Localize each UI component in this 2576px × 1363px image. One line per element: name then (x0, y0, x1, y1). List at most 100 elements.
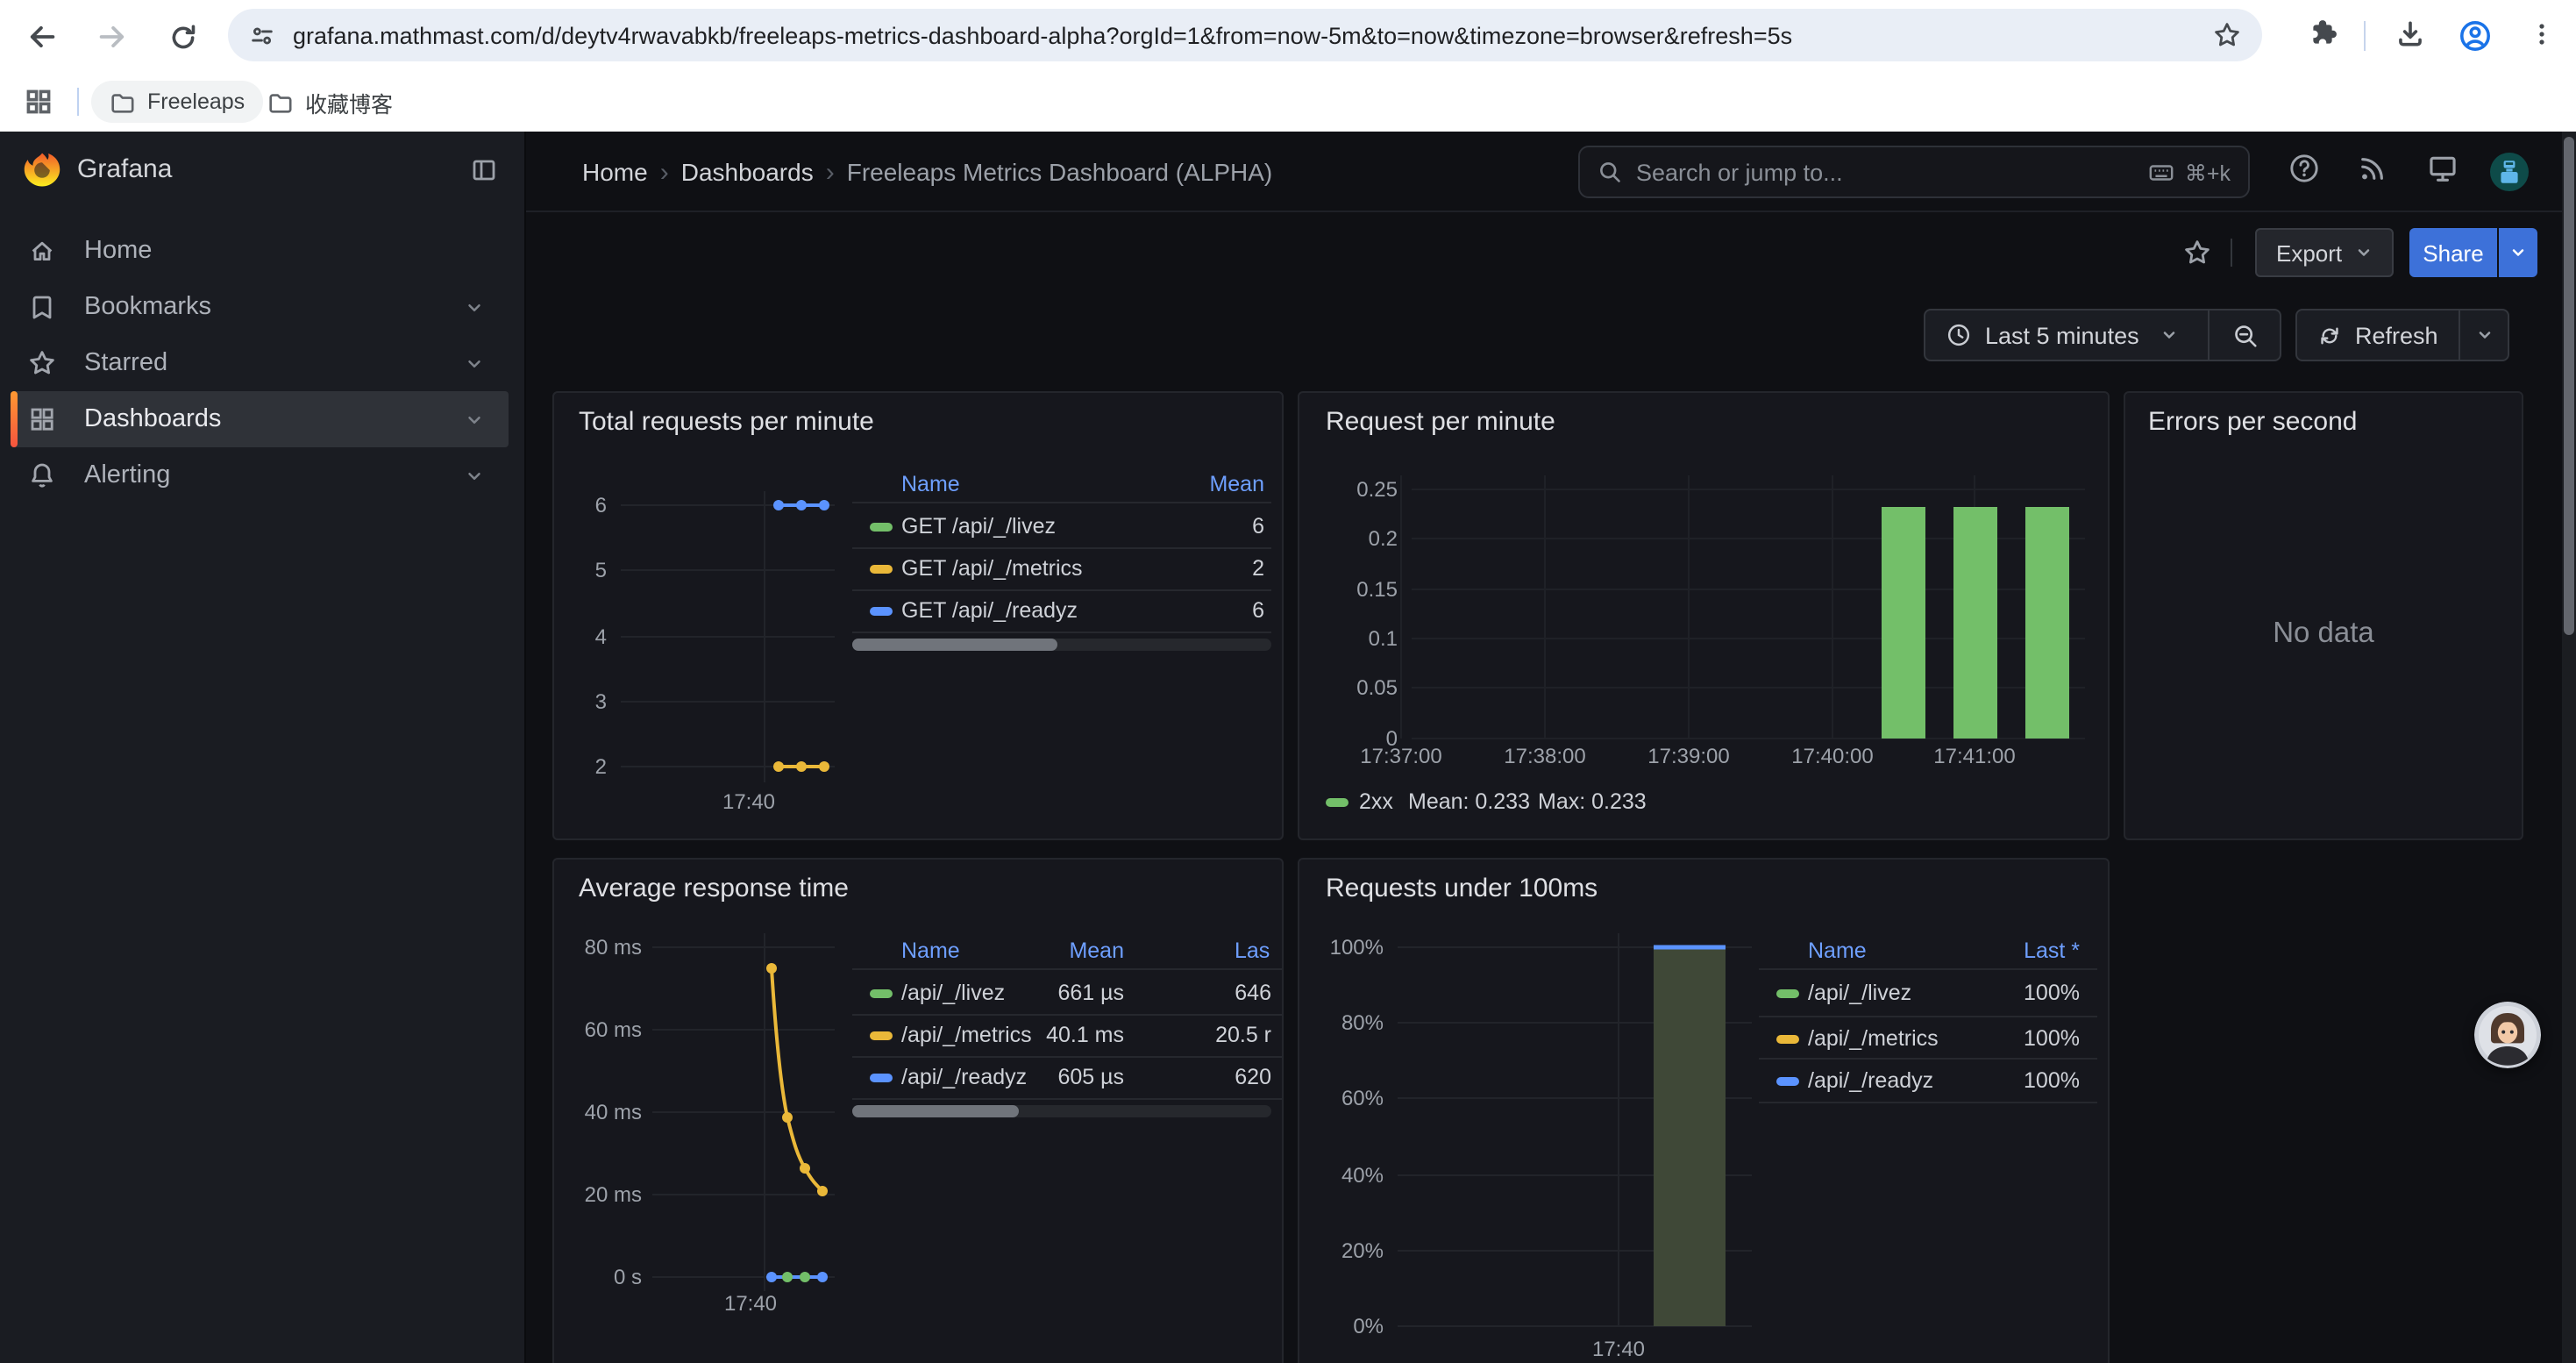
legend-scrollbar[interactable] (852, 1105, 1271, 1117)
bookmark-folder-freeleaps[interactable]: Freeleaps (91, 81, 262, 123)
grafana-brand: Grafana (77, 154, 172, 184)
panel-avg-response-time: Average response time 80 ms 60 ms 40 ms … (552, 858, 1284, 1363)
floating-assistant-avatar[interactable] (2474, 1002, 2541, 1068)
profile-icon[interactable] (2459, 19, 2492, 53)
sidebar-item-home[interactable]: Home (11, 223, 509, 279)
reload-icon[interactable] (161, 16, 203, 58)
series-chip (870, 607, 893, 616)
share-menu-button[interactable] (2499, 228, 2537, 277)
chevron-down-icon (2160, 326, 2178, 344)
screen: Freeleaps 收藏博客 Grafana Home Bookmarks (0, 0, 2576, 1363)
legend-series-name[interactable]: /api/_/metrics (1808, 1024, 1939, 1053)
apps-grid-icon[interactable] (25, 88, 53, 116)
bookmark-folder-blogs[interactable]: 收藏博客 (249, 81, 410, 123)
legend-col-name[interactable]: Name (901, 937, 960, 965)
favorite-star-icon[interactable] (2183, 239, 2211, 267)
time-range-label: Last 5 minutes (1985, 322, 2139, 348)
chevron-down-icon[interactable] (465, 353, 484, 373)
series-chip (1776, 1035, 1799, 1044)
sidebar-item-label: Alerting (84, 461, 170, 489)
sidebar-toggle-icon[interactable] (470, 156, 498, 184)
legend-mean-value: 2 (1133, 554, 1264, 582)
legend-series-name[interactable]: GET /api/_/metrics (901, 554, 1083, 582)
forward-icon[interactable] (91, 16, 133, 58)
legend-col-mean[interactable]: Mean (993, 937, 1124, 965)
help-icon[interactable] (2288, 153, 2320, 184)
search-icon (1598, 160, 1622, 184)
legend-mean-value: 605 µs (993, 1063, 1124, 1091)
legend-col-last[interactable]: Last * (1968, 937, 2080, 965)
legend-mean-value: 40.1 ms (993, 1021, 1124, 1049)
search-input[interactable] (1636, 159, 2148, 185)
legend-last-value: 100% (1968, 1067, 2080, 1095)
legend-scrollbar[interactable] (852, 639, 1271, 651)
legend-mean-value: 661 µs (993, 979, 1124, 1007)
dashboards-grid-icon (28, 405, 56, 433)
home-icon (28, 237, 56, 265)
back-icon[interactable] (21, 16, 63, 58)
bookmark-star-icon[interactable] (2213, 21, 2241, 49)
chevron-down-icon[interactable] (465, 297, 484, 317)
chevron-down-icon[interactable] (465, 410, 484, 429)
chart-requests-under-100ms[interactable] (1299, 860, 2110, 1363)
legend-last-value: 20.5 r (1163, 1021, 1271, 1049)
no-data-message: No data (2125, 617, 2522, 651)
legend-col-name[interactable]: Name (901, 470, 960, 498)
refresh-button[interactable]: Refresh (2297, 322, 2459, 348)
news-rss-icon[interactable] (2357, 153, 2388, 184)
zoom-out-button[interactable] (2210, 322, 2280, 348)
bell-icon (28, 461, 56, 489)
sidebar-item-label: Starred (84, 349, 167, 377)
search-box[interactable]: ⌘+k (1578, 146, 2250, 198)
bookmark-folder-label: Freeleaps (147, 89, 245, 114)
chevron-down-icon (2509, 244, 2527, 261)
chart-request-per-minute[interactable] (1299, 393, 2110, 840)
legend-series-name[interactable]: /api/_/livez (901, 979, 1005, 1007)
page-scrollbar-thumb[interactable] (2564, 137, 2574, 635)
legend-col-name[interactable]: Name (1808, 937, 1867, 965)
user-avatar[interactable] (2490, 153, 2529, 191)
star-icon (28, 349, 56, 377)
time-range-picker[interactable]: Last 5 minutes (1925, 322, 2208, 348)
download-icon[interactable] (2395, 19, 2425, 49)
export-button[interactable]: Export (2255, 228, 2393, 277)
chevron-down-icon (2475, 326, 2493, 344)
legend-last-value: 100% (1968, 1024, 2080, 1053)
refresh-interval-button[interactable] (2461, 326, 2508, 344)
site-settings-icon[interactable] (249, 22, 275, 48)
legend-series-name[interactable]: GET /api/_/livez (901, 512, 1056, 540)
url-input[interactable] (293, 22, 2213, 48)
extensions-icon[interactable] (2308, 19, 2338, 49)
legend-series-name[interactable]: GET /api/_/readyz (901, 596, 1078, 624)
chevron-down-icon (2354, 244, 2372, 261)
breadcrumb-home[interactable]: Home (582, 158, 648, 186)
grafana-logo[interactable] (23, 151, 61, 189)
breadcrumb-separator: › (648, 157, 681, 187)
sidebar-item-alerting[interactable]: Alerting (11, 447, 509, 503)
panel-requests-under-100ms: Requests under 100ms 100% 80% 60% 40% 20… (1298, 858, 2110, 1363)
legend-col-mean[interactable]: Mean (1133, 470, 1264, 498)
time-range-group: Last 5 minutes (1924, 309, 2281, 361)
share-button[interactable]: Share (2409, 228, 2497, 277)
share-label: Share (2423, 239, 2483, 266)
toolbar-divider (2364, 21, 2366, 51)
address-bar[interactable] (228, 9, 2262, 61)
legend-col-last[interactable]: Las (1235, 937, 1270, 965)
sidebar-item-dashboards[interactable]: Dashboards (11, 391, 509, 447)
chevron-down-icon[interactable] (465, 466, 484, 485)
legend-series-name[interactable]: 2xx (1359, 788, 1393, 816)
sidebar-item-starred[interactable]: Starred (11, 335, 509, 391)
refresh-group: Refresh (2295, 309, 2509, 361)
grafana-sidebar: Grafana Home Bookmarks Starred Dashboard… (0, 132, 526, 1363)
legend-series-name[interactable]: /api/_/livez (1808, 979, 1911, 1007)
breadcrumb-dashboards[interactable]: Dashboards (681, 158, 814, 186)
export-label: Export (2276, 239, 2342, 266)
legend-series-name[interactable]: /api/_/readyz (1808, 1067, 1933, 1095)
panel-title[interactable]: Errors per second (2148, 407, 2357, 437)
series-chip (870, 523, 893, 532)
legend-mean-value: 6 (1133, 512, 1264, 540)
browser-menu-icon[interactable] (2529, 19, 2555, 49)
sidebar-item-bookmarks[interactable]: Bookmarks (11, 279, 509, 335)
monitor-icon[interactable] (2427, 153, 2459, 184)
series-chip (870, 1074, 893, 1082)
